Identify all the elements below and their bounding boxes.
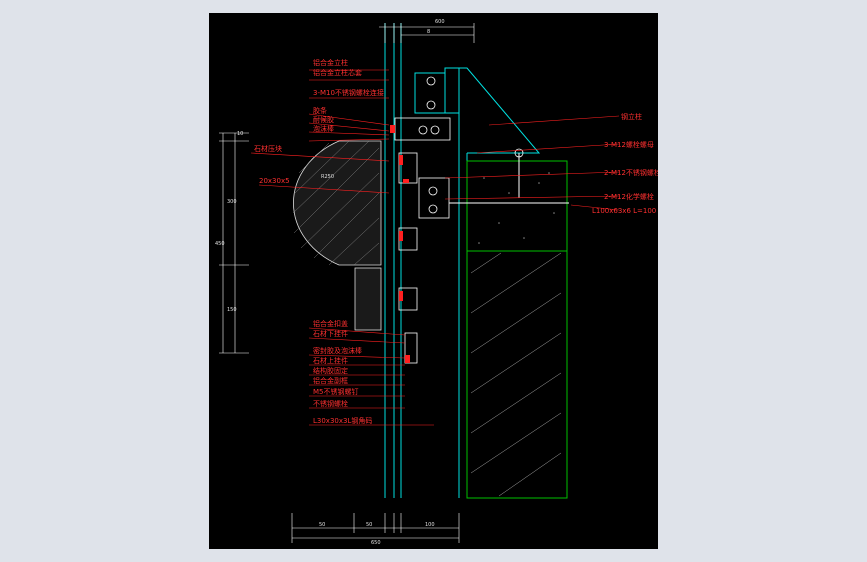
label-stone-upper-hanger: 石材上挂件 — [313, 356, 348, 365]
dim-bottom-label-1: 50 — [319, 522, 325, 528]
label-angle-size: 20x30x5 — [259, 177, 290, 185]
glass-panel-lines — [384, 23, 468, 498]
stone-profile — [292, 140, 382, 331]
label-steel-post: 钢立柱 — [621, 112, 642, 121]
label-m12-chemical-bolts: 2-M12化学螺栓 — [604, 192, 654, 201]
label-aluminum-mullion: 铝合金立柱 — [313, 58, 348, 67]
label-weather-sealant: 耐候胶 — [313, 115, 334, 124]
label-stone-lower-hanger: 石材下挂件 — [313, 329, 348, 338]
bottom-dimension-lines — [291, 513, 460, 543]
dim-left-label-4: 150 — [227, 307, 237, 313]
label-m5-screw: M5不锈钢螺钉 — [313, 387, 359, 396]
label-structural-glue: 结构胶固定 — [313, 366, 348, 375]
gaskets-red — [390, 125, 410, 363]
dim-left-label-2: 300 — [227, 199, 237, 205]
label-sealant-foam: 密封胶及泡沫棒 — [313, 346, 362, 355]
label-stone-clamp: 石材压块 — [254, 144, 282, 153]
label-aluminum-cover: 铝合金扣盖 — [313, 319, 348, 328]
dim-top-label-2: 600 — [435, 19, 445, 25]
concrete-wall — [466, 160, 568, 499]
label-gasket: 胶条 — [313, 106, 327, 115]
label-m12-stainless-bolts: 2-M12不锈钢螺栓 — [604, 168, 658, 177]
label-mullion-sleeve: 铝合金立柱芯套 — [313, 68, 362, 77]
label-stainless-bolt: 不锈钢螺栓 — [313, 399, 348, 408]
dim-bottom-label-2: 50 — [366, 522, 372, 528]
label-aluminum-subframe: 铝合金副框 — [313, 376, 348, 385]
radius-label: R250 — [321, 174, 334, 180]
dim-left-label-1: 10 — [237, 131, 243, 137]
label-m12-bolts-nuts: 3-M12螺栓螺母 — [604, 140, 654, 149]
label-m10-bolts: 3-M10不锈钢螺栓连接 — [313, 88, 384, 97]
label-steel-angle: L30x30x3L钢角码 — [313, 416, 372, 425]
dim-bottom-label-3: 100 — [425, 522, 435, 528]
cad-viewer-canvas[interactable]: 600 8 50 50 100 650 10 300 450 150 R250 … — [0, 0, 867, 562]
right-leader-lines — [444, 115, 620, 211]
dim-left-label-3: 450 — [215, 241, 225, 247]
label-foam-rod: 泡沫棒 — [313, 124, 334, 133]
dim-top-label-1: 8 — [427, 29, 430, 35]
dim-bottom-total: 650 — [371, 540, 381, 546]
cad-drawing-sheet[interactable]: 600 8 50 50 100 650 10 300 450 150 R250 … — [209, 13, 658, 549]
section-drawing: 600 8 50 50 100 650 10 300 450 150 R250 … — [215, 19, 658, 546]
label-angle-l100: L100x63x6 L=100 — [592, 207, 656, 215]
